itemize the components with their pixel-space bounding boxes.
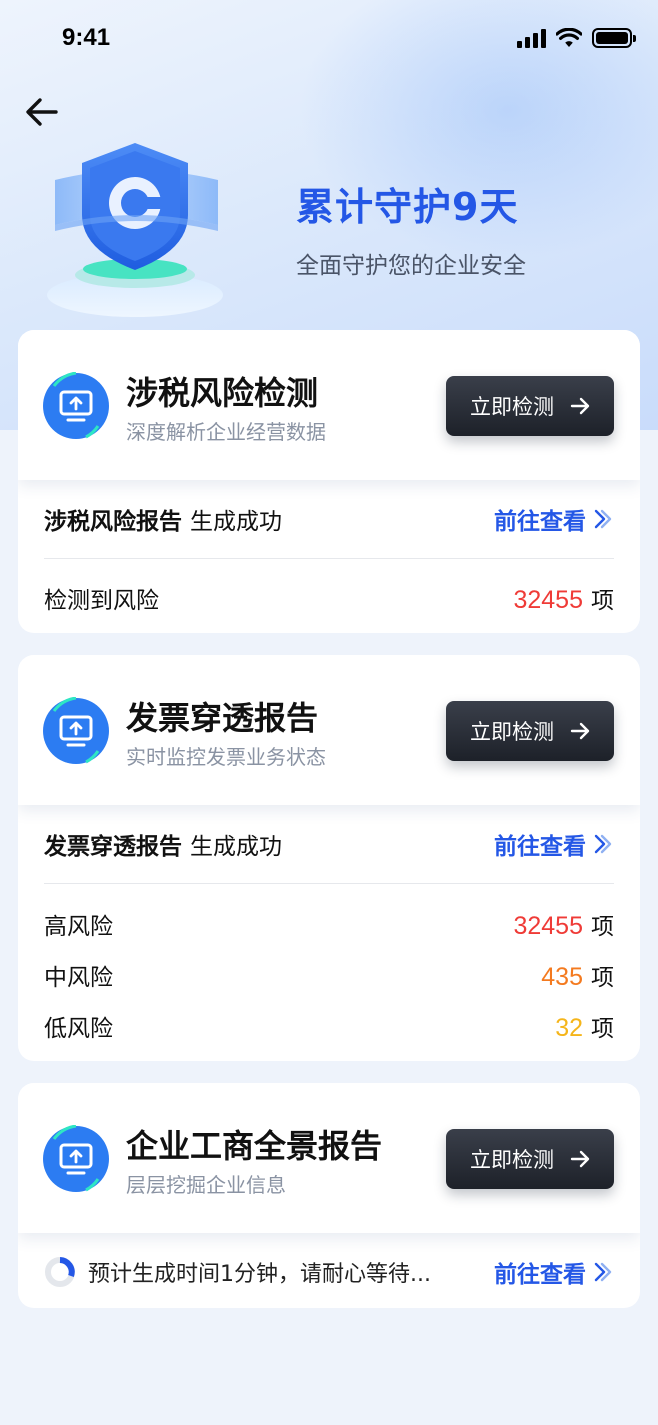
- card-description: 层层挖掘企业信息: [126, 1173, 286, 1197]
- battery-icon: [592, 28, 636, 48]
- risk-value: 32455: [513, 586, 583, 614]
- report-name: 涉税风险报告: [44, 509, 182, 535]
- report-name: 发票穿透报告: [44, 834, 182, 860]
- shield-illustration-icon: [47, 143, 223, 317]
- detect-button-label: 立即检测: [470, 720, 554, 744]
- risk-list: 高风险 32455 项 中风险 435 项 低风险 32 项: [44, 884, 614, 1051]
- risk-label: 中风险: [44, 964, 113, 991]
- risk-row-low: 低风险 32 项: [44, 1000, 614, 1051]
- invoice-report-card: 发票穿透报告 实时监控发票业务状态 立即检测 发票穿透报告生成成功 前往查看: [18, 655, 640, 1061]
- risk-unit: 项: [591, 913, 614, 940]
- arrow-right-icon: [570, 1150, 590, 1168]
- risk-unit: 项: [591, 588, 614, 614]
- detect-now-button[interactable]: 立即检测: [446, 1129, 614, 1189]
- view-report-link[interactable]: 前往查看: [494, 502, 614, 536]
- card-body: 预计生成时间1分钟，请耐心等待... 前往查看: [18, 1233, 640, 1308]
- status-bar: 9:41: [0, 0, 658, 80]
- back-button[interactable]: [22, 92, 62, 132]
- status-icons: [517, 28, 636, 48]
- view-report-label: 前往查看: [494, 509, 586, 535]
- detect-now-button[interactable]: 立即检测: [446, 376, 614, 436]
- risk-row-mid: 中风险 435 项: [44, 949, 614, 1000]
- card-description: 深度解析企业经营数据: [126, 420, 326, 444]
- arrow-right-icon: [570, 722, 590, 740]
- monitor-upload-icon: [43, 1125, 109, 1192]
- report-row: 发票穿透报告 生成成功 前往查看: [44, 805, 614, 883]
- risk-row-high: 高风险 32455 项: [44, 898, 614, 949]
- hero-title: 累计守护9天: [296, 185, 519, 229]
- status-time: 9:41: [62, 24, 111, 51]
- view-report-link[interactable]: 前往查看: [494, 827, 614, 861]
- card-description: 实时监控发票业务状态: [126, 745, 326, 769]
- card-title: 企业工商全景报告: [126, 1127, 383, 1165]
- hero-subtitle: 全面守护您的企业安全: [296, 253, 526, 279]
- view-report-link[interactable]: 前往查看: [494, 1255, 614, 1289]
- loading-spinner-icon: [45, 1257, 75, 1287]
- card-header: 涉税风险检测 深度解析企业经营数据 立即检测: [18, 330, 640, 480]
- wait-text: 预计生成时间1分钟，请耐心等待...: [88, 1262, 431, 1287]
- risk-unit: 项: [591, 964, 614, 991]
- risk-value: 32455: [513, 911, 583, 940]
- monitor-upload-icon: [43, 372, 109, 439]
- double-chevron-right-icon: [594, 1262, 612, 1282]
- card-body: 涉税风险报告 生成成功 前往查看 检测到风险 32455 项: [18, 480, 640, 633]
- risk-value: 32: [555, 1013, 583, 1042]
- risk-unit: 项: [591, 1015, 614, 1042]
- tax-risk-card: 涉税风险检测 深度解析企业经营数据 立即检测 涉税风险报告 生成成功 前往查看 检…: [18, 330, 640, 633]
- report-row: 涉税风险报告 生成成功 前往查看: [44, 480, 614, 558]
- double-chevron-right-icon: [594, 509, 612, 529]
- risk-value: 435: [541, 962, 583, 991]
- report-status: 生成成功: [190, 834, 282, 860]
- card-header: 发票穿透报告 实时监控发票业务状态 立即检测: [18, 655, 640, 805]
- card-body: 发票穿透报告 生成成功 前往查看 高风险 32455 项 中风险 435 项 低风险: [18, 805, 640, 1051]
- risk-row: 检测到风险 32455 项: [44, 559, 614, 633]
- monitor-upload-icon: [43, 697, 109, 764]
- risk-label: 低风险: [44, 1015, 113, 1042]
- view-report-label: 前往查看: [494, 834, 586, 860]
- arrow-right-icon: [570, 397, 590, 415]
- wifi-icon: [556, 28, 582, 47]
- business-report-card: 企业工商全景报告 层层挖掘企业信息 立即检测 预计生成时间1分钟，请耐心等待..…: [18, 1083, 640, 1308]
- risk-label: 检测到风险: [44, 588, 159, 614]
- generating-row: 预计生成时间1分钟，请耐心等待... 前往查看: [44, 1233, 614, 1308]
- double-chevron-right-icon: [594, 834, 612, 854]
- detect-button-label: 立即检测: [470, 395, 554, 419]
- view-report-label: 前往查看: [494, 1262, 586, 1288]
- report-status: 生成成功: [190, 509, 282, 535]
- card-title: 涉税风险检测: [126, 374, 319, 412]
- detect-button-label: 立即检测: [470, 1148, 554, 1172]
- back-arrow-icon: [26, 98, 58, 126]
- cellular-signal-icon: [517, 28, 546, 48]
- risk-label: 高风险: [44, 913, 113, 940]
- detect-now-button[interactable]: 立即检测: [446, 701, 614, 761]
- card-title: 发票穿透报告: [126, 699, 319, 737]
- card-header: 企业工商全景报告 层层挖掘企业信息 立即检测: [18, 1083, 640, 1233]
